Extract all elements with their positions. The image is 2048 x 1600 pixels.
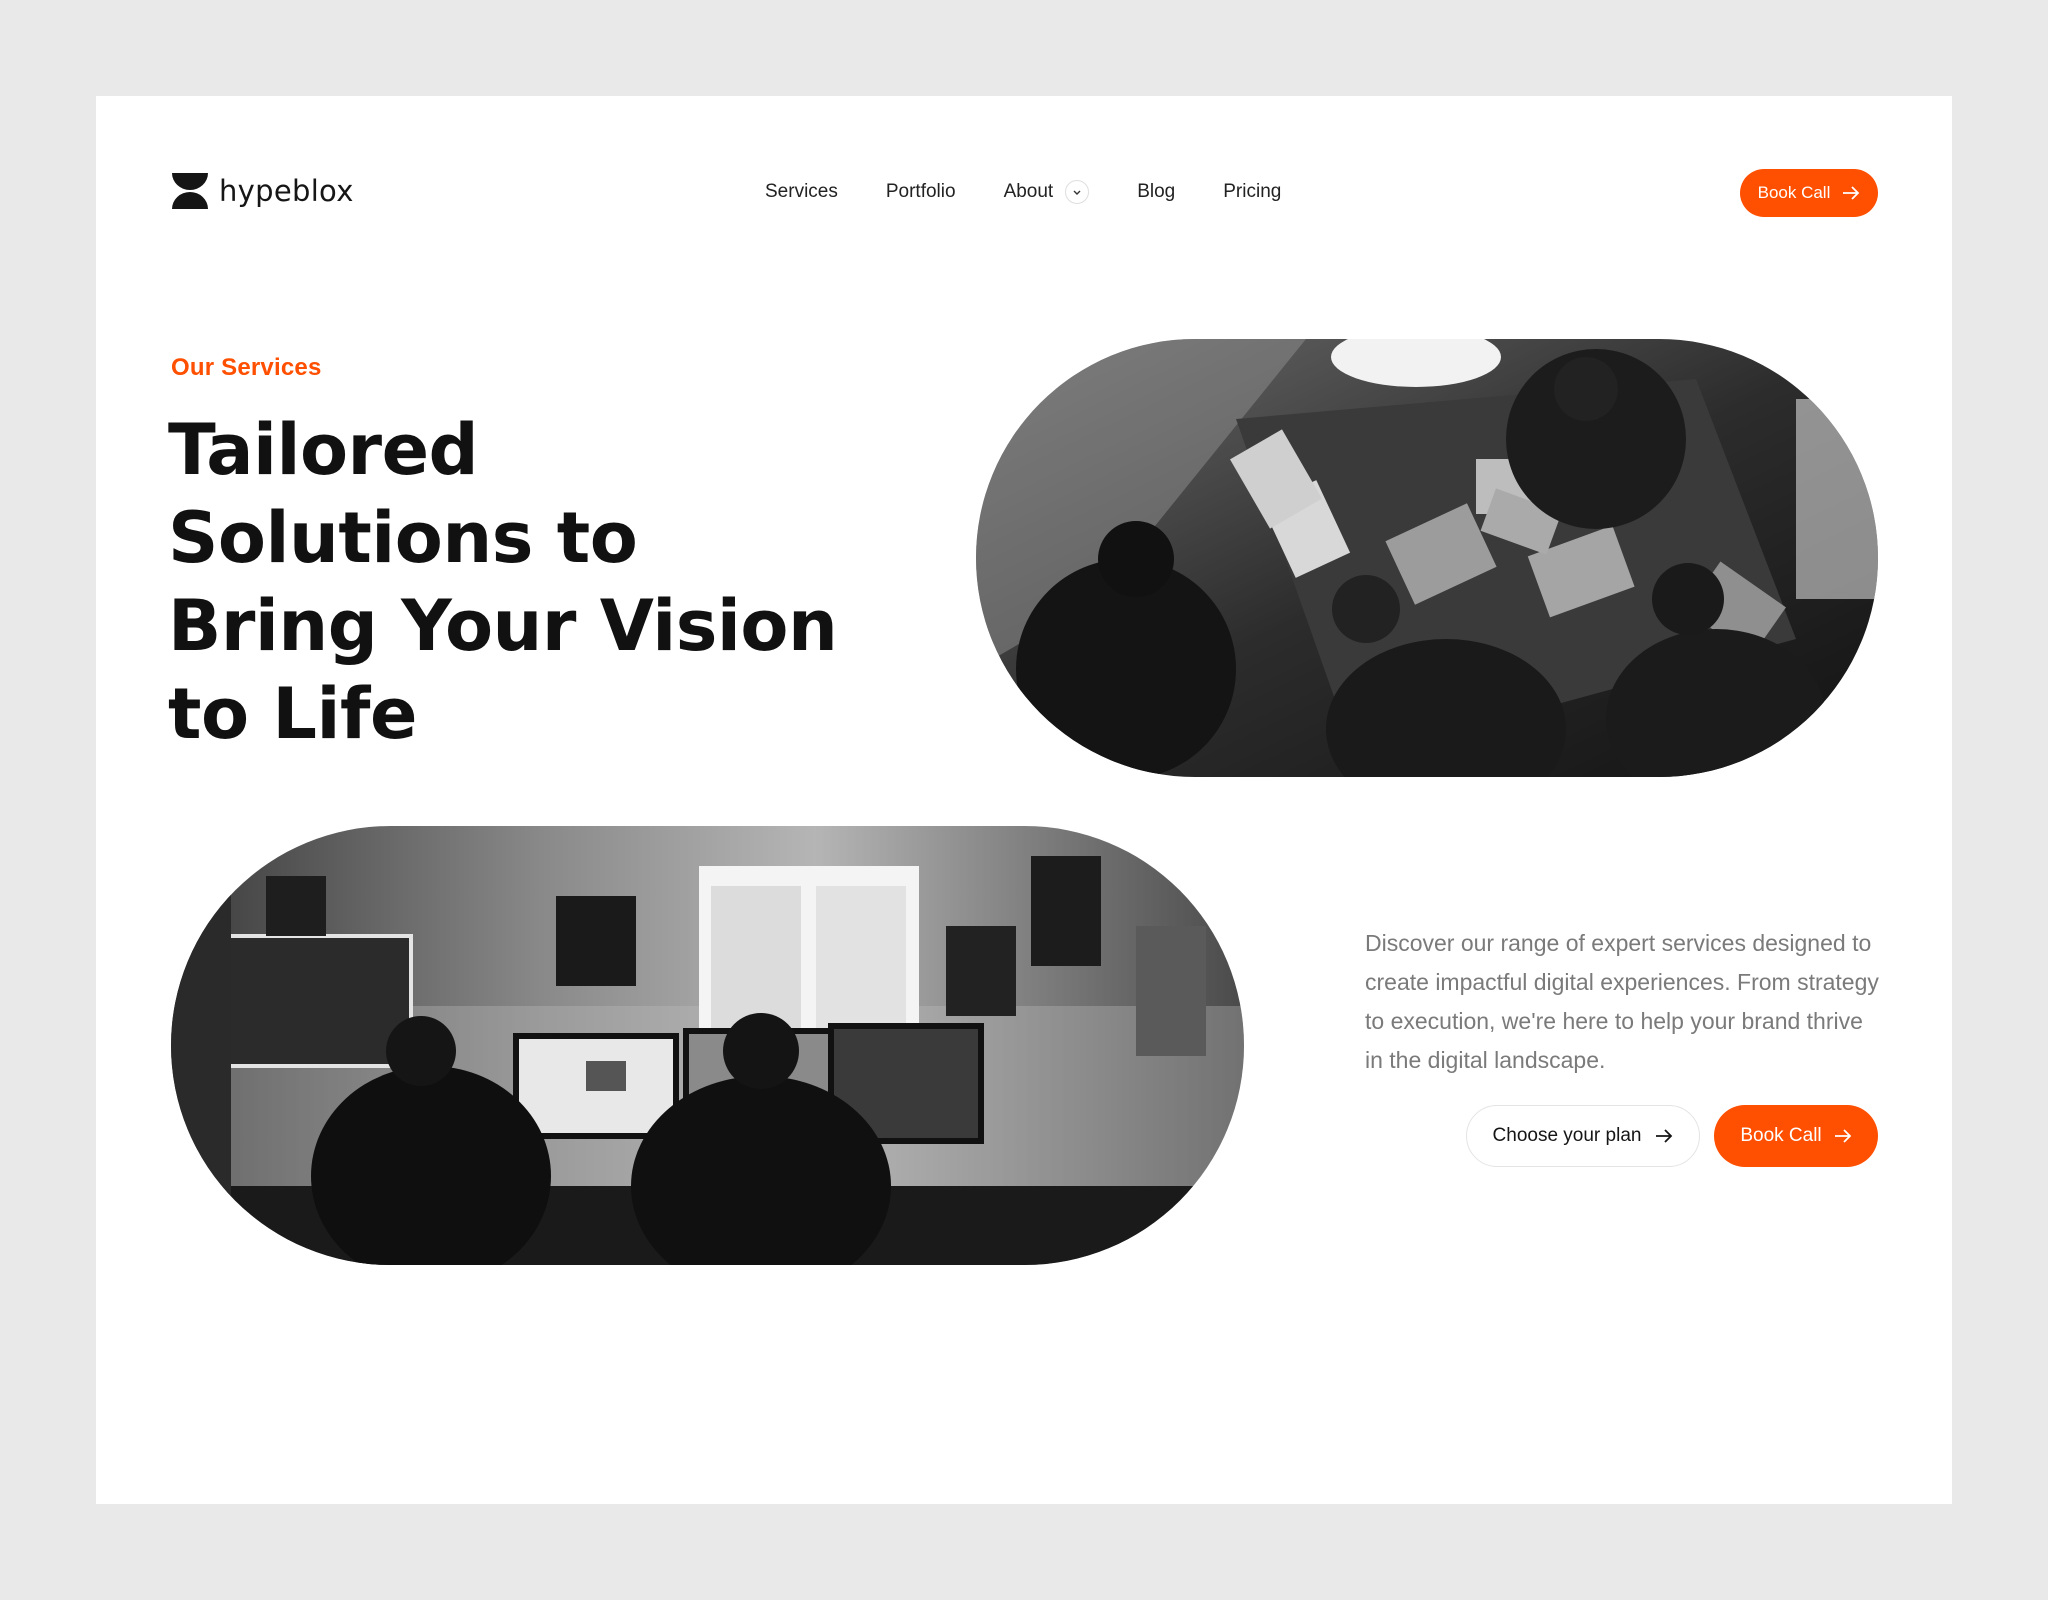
arrow-right-icon <box>1843 186 1860 200</box>
workspace-monitors-photo <box>171 826 1244 1265</box>
button-label: Choose your plan <box>1492 1125 1642 1146</box>
headline-line: Tailored <box>168 409 479 491</box>
section-eyebrow: Our Services <box>171 354 322 381</box>
hourglass-logo-icon <box>172 173 208 209</box>
page-card: hypeblox Services Portfolio About Blog P… <box>96 96 1952 1504</box>
nav-label: Services <box>765 181 838 202</box>
brand-name: hypeblox <box>219 174 354 208</box>
nav-label: Portfolio <box>885 181 956 202</box>
header-book-call-button[interactable]: Book Call <box>1740 169 1878 217</box>
nav-item-pricing[interactable]: Pricing <box>1223 181 1281 203</box>
chevron-down-icon[interactable] <box>1065 180 1090 204</box>
brand-logo[interactable]: hypeblox <box>171 172 354 210</box>
arrow-right-icon <box>1656 1129 1673 1143</box>
main-nav: Services Portfolio About Blog Pricing <box>765 174 1281 210</box>
button-label: Book Call <box>1740 1125 1822 1146</box>
hero-cta-group: Choose your plan Book Call <box>1466 1105 1878 1167</box>
headline-line: Bring Your Vision <box>168 585 838 667</box>
arrow-right-icon <box>1834 1129 1851 1143</box>
team-meeting-photo <box>976 339 1878 777</box>
headline-line: Solutions to <box>168 497 638 579</box>
hero-description: Discover our range of expert services de… <box>1365 930 1879 1073</box>
nav-label: Blog <box>1137 181 1176 202</box>
nav-item-about[interactable]: About <box>1004 180 1090 204</box>
book-call-button[interactable]: Book Call <box>1714 1105 1878 1167</box>
headline-line: to Life <box>168 673 417 755</box>
nav-item-blog[interactable]: Blog <box>1137 181 1175 203</box>
nav-label: Pricing <box>1223 181 1282 202</box>
choose-plan-button[interactable]: Choose your plan <box>1466 1105 1700 1167</box>
hero-headline: Tailored Solutions to Bring Your Vision … <box>168 406 888 758</box>
button-label: Book Call <box>1757 183 1831 202</box>
photo-placeholder <box>171 826 1244 1265</box>
nav-label: About <box>1003 181 1054 202</box>
nav-item-services[interactable]: Services <box>765 181 838 203</box>
photo-placeholder <box>976 339 1878 777</box>
nav-item-portfolio[interactable]: Portfolio <box>886 181 956 203</box>
